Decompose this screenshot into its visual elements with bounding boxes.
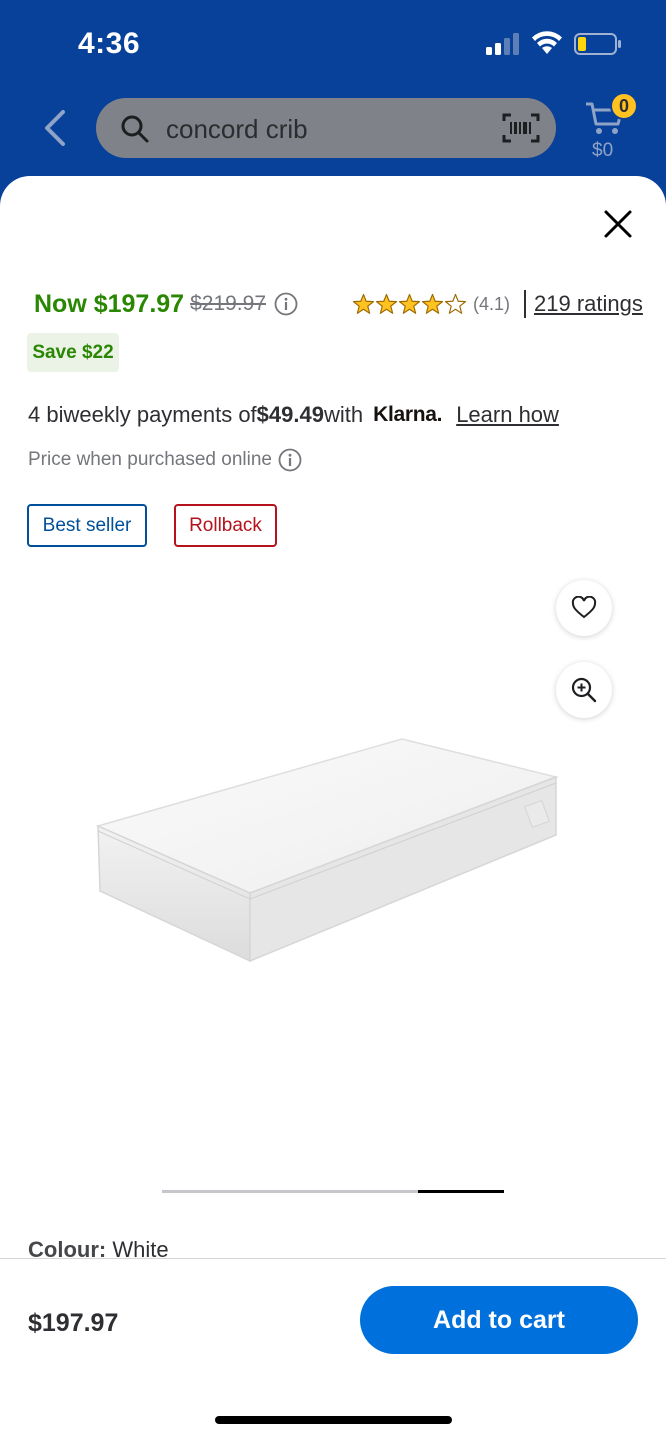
current-price: Now $197.97 <box>34 289 185 318</box>
learn-how-link[interactable]: Learn how <box>456 402 559 428</box>
online-price-text: Price when purchased online <box>28 449 272 470</box>
zoom-in-icon <box>571 677 597 703</box>
klarna-financing: 4 biweekly payments of $49.49 with Klarn… <box>28 402 559 428</box>
rollback-flag: Rollback <box>174 504 277 547</box>
home-indicator[interactable] <box>215 1416 452 1424</box>
rating-stars <box>352 293 467 316</box>
add-to-cart-button[interactable]: Add to cart <box>360 1286 638 1354</box>
info-icon[interactable] <box>274 292 298 316</box>
online-price-note: Price when purchased online <box>28 448 302 472</box>
image-carousel-indicator <box>162 1190 504 1193</box>
close-icon <box>604 210 632 238</box>
klarna-logo: Klarna. <box>373 403 443 426</box>
klarna-amount: $49.49 <box>256 402 324 427</box>
cart-total: $0 <box>592 140 614 161</box>
star-icon <box>398 293 421 314</box>
product-image-mattress[interactable] <box>90 731 565 966</box>
battery-icon <box>574 33 621 55</box>
info-icon[interactable] <box>278 448 302 472</box>
product-sheet: Now $197.97 $219.97 (4.1) 219 ratings Sa… <box>0 176 666 1440</box>
cart-button[interactable]: 0 $0 <box>582 92 642 164</box>
status-bar: 4:36 <box>0 0 666 88</box>
star-icon <box>421 293 444 314</box>
status-time: 4:36 <box>78 27 141 60</box>
star-icon <box>444 293 467 314</box>
close-button[interactable] <box>598 204 638 244</box>
search-input[interactable]: concord crib <box>96 98 556 158</box>
star-icon <box>375 293 398 314</box>
heart-icon <box>571 596 597 619</box>
search-query-text: concord crib <box>166 114 308 144</box>
bottom-price: $197.97 <box>28 1309 119 1337</box>
bottom-action-bar: $197.97 Add to cart <box>0 1259 666 1440</box>
price-row: Now $197.97 $219.97 <box>34 286 298 322</box>
rating-summary: (4.1) 219 ratings <box>352 288 643 320</box>
star-icon <box>352 293 375 314</box>
cellular-signal-icon <box>486 33 519 55</box>
favorite-button[interactable] <box>556 580 612 636</box>
chevron-left-icon <box>45 110 65 146</box>
ratings-link[interactable]: 219 ratings <box>534 291 643 317</box>
search-icon <box>121 115 149 143</box>
cart-count-badge: 0 <box>610 92 638 120</box>
rating-divider <box>524 290 527 318</box>
rating-value: (4.1) <box>473 293 511 314</box>
klarna-prefix: 4 biweekly payments of <box>28 402 257 427</box>
barcode-scanner-icon[interactable] <box>502 112 540 144</box>
savings-badge: Save $22 <box>27 333 119 372</box>
was-price: $219.97 <box>190 292 267 315</box>
zoom-button[interactable] <box>556 662 612 718</box>
carousel-position-thumb <box>418 1190 504 1193</box>
klarna-with: with <box>323 402 364 427</box>
wifi-icon <box>532 31 562 54</box>
back-button[interactable] <box>34 106 74 150</box>
best-seller-flag: Best seller <box>27 504 147 547</box>
